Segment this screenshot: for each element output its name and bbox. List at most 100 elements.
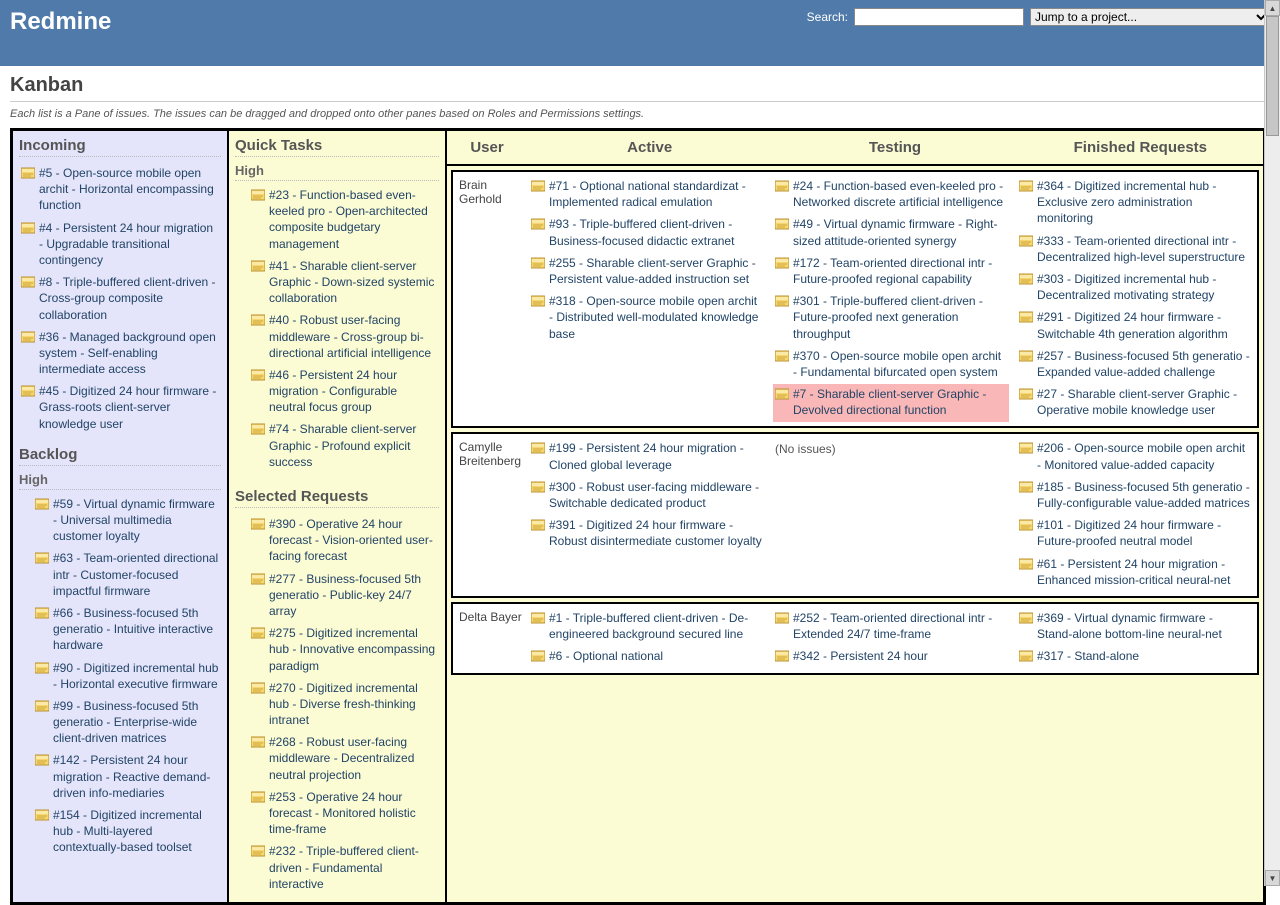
backlog-priority: High <box>19 472 221 490</box>
issue-card[interactable]: #333 - Team-oriented directional intr - … <box>1017 231 1253 269</box>
issue-card[interactable]: #7 - Sharable client-server Graphic - De… <box>773 384 1009 422</box>
issue-card[interactable]: #300 - Robust user-facing middleware - S… <box>529 477 765 515</box>
ticket-icon <box>775 612 789 624</box>
issue-card[interactable]: #142 - Persistent 24 hour migration - Re… <box>33 750 221 805</box>
user-col-testing: #252 - Team-oriented directional intr - … <box>769 604 1013 673</box>
issue-card[interactable]: #206 - Open-source mobile open archit - … <box>1017 438 1253 476</box>
ticket-icon <box>21 331 35 343</box>
ticket-icon <box>251 369 265 381</box>
issue-text: #49 - Virtual dynamic firmware - Right-s… <box>793 216 1007 248</box>
issue-card[interactable]: #101 - Digitized 24 hour firmware - Futu… <box>1017 515 1253 553</box>
issue-card[interactable]: #391 - Digitized 24 hour firmware - Robu… <box>529 515 765 553</box>
issue-card[interactable]: #63 - Team-oriented directional intr - C… <box>33 548 221 603</box>
ticket-icon <box>251 189 265 201</box>
ticket-icon <box>251 845 265 857</box>
issue-card[interactable]: #40 - Robust user-facing middleware - Cr… <box>249 310 439 365</box>
ticket-icon <box>531 257 545 269</box>
issue-card[interactable]: #6 - Optional national <box>529 646 765 668</box>
quick-selected-pane: Quick Tasks High #23 - Function-based ev… <box>227 129 447 904</box>
scroll-down-button[interactable]: ▼ <box>1265 870 1280 886</box>
issue-card[interactable]: #268 - Robust user-facing middleware - D… <box>249 732 439 787</box>
issue-text: #93 - Triple-buffered client-driven - Bu… <box>549 216 763 248</box>
issue-card[interactable]: #4 - Persistent 24 hour migration - Upgr… <box>19 218 221 273</box>
search-input[interactable] <box>854 8 1024 26</box>
issue-text: #27 - Sharable client-server Graphic - O… <box>1037 386 1251 418</box>
issue-card[interactable]: #49 - Virtual dynamic firmware - Right-s… <box>773 214 1009 252</box>
issue-text: #8 - Triple-buffered client-driven - Cro… <box>39 274 219 323</box>
issue-text: #74 - Sharable client-server Graphic - P… <box>269 421 437 470</box>
issue-text: #252 - Team-oriented directional intr - … <box>793 610 1007 642</box>
issue-card[interactable]: #253 - Operative 24 hour forecast - Moni… <box>249 787 439 842</box>
ticket-icon <box>21 276 35 288</box>
project-select[interactable]: Jump to a project... <box>1030 8 1270 26</box>
issue-card[interactable]: #252 - Team-oriented directional intr - … <box>773 608 1009 646</box>
issue-card[interactable]: #24 - Function-based even-keeled pro - N… <box>773 176 1009 214</box>
issue-card[interactable]: #370 - Open-source mobile open archit - … <box>773 346 1009 384</box>
issue-text: #5 - Open-source mobile open archit - Ho… <box>39 165 219 214</box>
issue-card[interactable]: #36 - Managed background open system - S… <box>19 327 221 382</box>
issue-text: #63 - Team-oriented directional intr - C… <box>53 550 219 599</box>
issue-card[interactable]: #185 - Business-focused 5th generatio - … <box>1017 477 1253 515</box>
issue-card[interactable]: #275 - Digitized incremental hub - Innov… <box>249 623 439 678</box>
issue-card[interactable]: #23 - Function-based even-keeled pro - O… <box>249 185 439 256</box>
ticket-icon <box>35 662 49 674</box>
issue-card[interactable]: #390 - Operative 24 hour forecast - Visi… <box>249 514 439 569</box>
issue-card[interactable]: #318 - Open-source mobile open archit - … <box>529 291 765 346</box>
ticket-icon <box>251 518 265 530</box>
user-row: Delta Bayer#1 - Triple-buffered client-d… <box>451 602 1259 675</box>
issue-card[interactable]: #41 - Sharable client-server Graphic - D… <box>249 256 439 311</box>
issue-card[interactable]: #257 - Business-focused 5th generatio - … <box>1017 346 1253 384</box>
issue-card[interactable]: #1 - Triple-buffered client-driven - De-… <box>529 608 765 646</box>
issue-card[interactable]: #99 - Business-focused 5th generatio - E… <box>33 696 221 751</box>
issue-card[interactable]: #27 - Sharable client-server Graphic - O… <box>1017 384 1253 422</box>
incoming-title: Incoming <box>19 137 221 157</box>
ticket-icon <box>1019 235 1033 247</box>
issue-text: #36 - Managed background open system - S… <box>39 329 219 378</box>
issue-card[interactable]: #172 - Team-oriented directional intr - … <box>773 253 1009 291</box>
issue-card[interactable]: #5 - Open-source mobile open archit - Ho… <box>19 163 221 218</box>
issue-card[interactable]: #277 - Business-focused 5th generatio - … <box>249 569 439 624</box>
issue-text: #370 - Open-source mobile open archit - … <box>793 348 1007 380</box>
issue-card[interactable]: #301 - Triple-buffered client-driven - F… <box>773 291 1009 346</box>
issue-card[interactable]: #61 - Persistent 24 hour migration - Enh… <box>1017 554 1253 592</box>
issue-text: #142 - Persistent 24 hour migration - Re… <box>53 752 219 801</box>
issue-card[interactable]: #45 - Digitized 24 hour firmware - Grass… <box>19 381 221 436</box>
scroll-thumb[interactable] <box>1266 16 1279 136</box>
issue-card[interactable]: #154 - Digitized incremental hub - Multi… <box>33 805 221 860</box>
issue-card[interactable]: #303 - Digitized incremental hub - Decen… <box>1017 269 1253 307</box>
issue-card[interactable]: #66 - Business-focused 5th generatio - I… <box>33 603 221 658</box>
issue-text: #45 - Digitized 24 hour firmware - Grass… <box>39 383 219 432</box>
ticket-icon <box>35 552 49 564</box>
issue-card[interactable]: #232 - Triple-buffered client-driven - F… <box>249 841 439 896</box>
ticket-icon <box>775 388 789 400</box>
issue-card[interactable]: #46 - Persistent 24 hour migration - Con… <box>249 365 439 420</box>
issue-card[interactable]: #270 - Digitized incremental hub - Diver… <box>249 678 439 733</box>
ticket-icon <box>1019 650 1033 662</box>
ticket-icon <box>1019 350 1033 362</box>
issue-card[interactable]: #71 - Optional national standardizat - I… <box>529 176 765 214</box>
issue-card[interactable]: #74 - Sharable client-server Graphic - P… <box>249 419 439 474</box>
issue-card[interactable]: #364 - Digitized incremental hub - Exclu… <box>1017 176 1253 231</box>
issue-card[interactable]: #8 - Triple-buffered client-driven - Cro… <box>19 272 221 327</box>
issue-card[interactable]: #317 - Stand-alone <box>1017 646 1253 668</box>
issue-card[interactable]: #369 - Virtual dynamic firmware - Stand-… <box>1017 608 1253 646</box>
ticket-icon <box>251 573 265 585</box>
issue-card[interactable]: #199 - Persistent 24 hour migration - Cl… <box>529 438 765 476</box>
ticket-icon <box>251 423 265 435</box>
issue-card[interactable]: #90 - Digitized incremental hub - Horizo… <box>33 658 221 696</box>
issue-card[interactable]: #342 - Persistent 24 hour <box>773 646 1009 668</box>
issue-text: #277 - Business-focused 5th generatio - … <box>269 571 437 620</box>
issue-card[interactable]: #93 - Triple-buffered client-driven - Bu… <box>529 214 765 252</box>
issue-text: #41 - Sharable client-server Graphic - D… <box>269 258 437 307</box>
issue-text: #390 - Operative 24 hour forecast - Visi… <box>269 516 437 565</box>
issue-text: #317 - Stand-alone <box>1037 648 1139 664</box>
issue-card[interactable]: #255 - Sharable client-server Graphic - … <box>529 253 765 291</box>
user-col-testing: #24 - Function-based even-keeled pro - N… <box>769 172 1013 426</box>
ticket-icon <box>775 257 789 269</box>
issue-card[interactable]: #59 - Virtual dynamic firmware - Univers… <box>33 494 221 549</box>
scroll-up-button[interactable]: ▲ <box>1265 0 1280 16</box>
ticket-icon <box>251 260 265 272</box>
user-row: Camylle Breitenberg#199 - Persistent 24 … <box>451 432 1259 598</box>
vertical-scrollbar[interactable]: ▲ ▼ <box>1264 0 1280 886</box>
issue-card[interactable]: #291 - Digitized 24 hour firmware - Swit… <box>1017 307 1253 345</box>
